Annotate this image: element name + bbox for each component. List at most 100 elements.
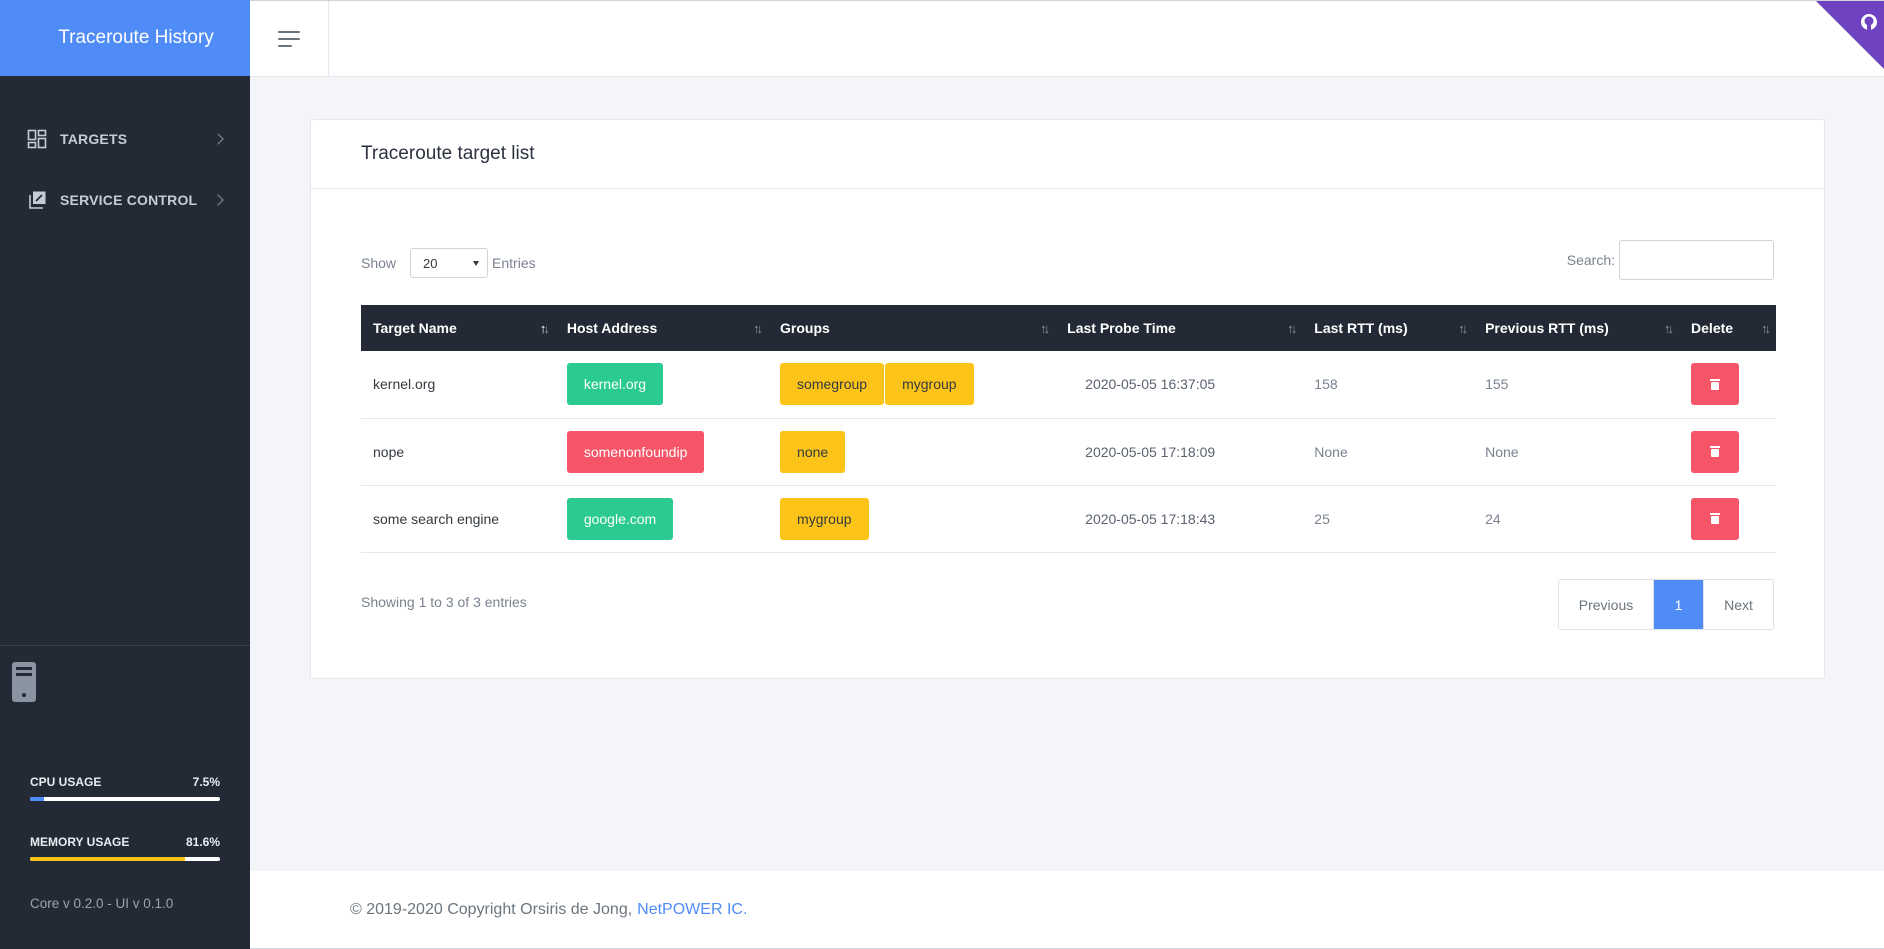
column-header-target-name[interactable]: Target Name ↑↓: [361, 305, 555, 351]
app-title: Traceroute History: [58, 27, 214, 48]
menu-toggle-button[interactable]: [250, 1, 329, 77]
cpu-usage-fill: [30, 797, 45, 801]
cpu-usage: CPU USAGE 7.5%: [30, 775, 220, 801]
cpu-usage-bar: [30, 797, 220, 801]
groups-cell: somegroup mygroup: [768, 351, 1055, 418]
cpu-usage-value: 7.5%: [192, 775, 220, 789]
last-probe-time-cell: 2020-05-05 17:18:09: [1085, 443, 1216, 460]
chevron-right-icon: [212, 193, 224, 206]
sidebar-nav: TARGETS SERVICE CONTROL: [0, 76, 250, 230]
search-input[interactable]: [1619, 240, 1774, 280]
column-header-last-probe-time[interactable]: Last Probe Time ↑↓: [1055, 305, 1302, 351]
sidebar-divider: [0, 645, 250, 646]
copyright-text: © 2019-2020 Copyright Orsiris de Jong,: [350, 900, 633, 918]
column-header-last-rtt[interactable]: Last RTT (ms) ↑↓: [1302, 305, 1473, 351]
entries-select[interactable]: 20: [410, 248, 489, 278]
topbar: [250, 0, 1884, 77]
company-link[interactable]: NetPOWER IC.: [637, 901, 747, 919]
chevron-right-icon: [212, 132, 224, 145]
target-name-cell: kernel.org: [373, 376, 436, 393]
delete-cell: [1679, 418, 1776, 485]
column-header-previous-rtt[interactable]: Previous RTT (ms) ↑↓: [1473, 305, 1679, 351]
footer: © 2019-2020 Copyright Orsiris de Jong, N…: [250, 871, 1884, 949]
group-badge: mygroup: [780, 497, 869, 540]
dashboard-grid-icon: [26, 128, 48, 150]
last-probe-time-cell: 2020-05-05 17:18:43: [1085, 510, 1216, 527]
github-corner-link[interactable]: [1816, 1, 1884, 69]
group-badge: somegroup: [780, 363, 885, 406]
memory-usage-value: 81.6%: [185, 835, 220, 849]
sort-icon: ↑↓: [1287, 321, 1297, 336]
host-address-cell: somenonfoundip: [555, 418, 768, 485]
target-name-cell: nope: [373, 443, 405, 460]
sidebar-item-targets[interactable]: TARGETS: [0, 108, 250, 169]
hamburger-line: [278, 45, 292, 47]
host-address-cell: google.com: [555, 485, 768, 552]
delete-cell: [1679, 485, 1776, 552]
delete-cell: [1679, 351, 1776, 418]
host-badge: kernel.org: [566, 363, 664, 406]
targets-table: Target Name ↑↓ Host Address ↑↓ Groups ↑↓ La…: [361, 305, 1776, 553]
sort-icon: ↑↓: [1761, 321, 1771, 336]
memory-usage-label: MEMORY USAGE: [30, 835, 130, 849]
sort-icon: ↑↓: [1458, 321, 1468, 336]
pagination-next-button[interactable]: Next: [1703, 580, 1773, 629]
previous-rtt-cell: None: [1485, 443, 1519, 460]
delete-button[interactable]: [1691, 430, 1740, 473]
memory-usage-fill: [30, 857, 186, 861]
version-info: Core v 0.2.0 - UI v 0.1.0: [30, 896, 174, 911]
app-brand[interactable]: Traceroute History: [0, 0, 250, 76]
host-badge: somenonfoundip: [566, 430, 705, 473]
sort-icon: ↑↓: [1040, 321, 1050, 336]
caret-down-icon: [473, 260, 480, 266]
column-header-delete[interactable]: Delete ↑↓: [1679, 305, 1776, 351]
pagination-previous-button[interactable]: Previous: [1559, 580, 1654, 629]
host-badge: google.com: [566, 497, 674, 540]
edit-box-icon: [26, 189, 48, 211]
target-list-card: Traceroute target list Show 20 Entries S…: [310, 119, 1825, 679]
hamburger-line: [278, 31, 300, 33]
table-controls: Show 20 Entries Search:: [361, 240, 1774, 280]
sort-asc-icon: ↑↓: [539, 321, 550, 336]
last-rtt-cell: None: [1314, 443, 1348, 460]
github-icon: [1861, 14, 1877, 30]
entries-label: Entries: [492, 255, 536, 271]
previous-rtt-cell: 155: [1485, 376, 1509, 393]
group-badge: mygroup: [885, 363, 974, 406]
memory-usage-bar: [30, 857, 220, 861]
previous-rtt-cell: 24: [1485, 510, 1501, 527]
groups-cell: none: [768, 418, 1055, 485]
delete-button[interactable]: [1691, 363, 1740, 406]
trash-icon: [1710, 378, 1721, 390]
sidebar-item-label: TARGETS: [60, 130, 128, 147]
sort-icon: ↑↓: [753, 321, 763, 336]
pagination-page-button[interactable]: 1: [1654, 580, 1703, 629]
sort-icon: ↑↓: [1664, 321, 1674, 336]
table-row: kernel.org kernel.org somegroup mygroup 2…: [361, 351, 1776, 418]
search-control: Search:: [1567, 240, 1774, 280]
pagination: Previous 1 Next: [1558, 579, 1774, 630]
sidebar: Traceroute History TARGETS SERVICE CONTR…: [0, 0, 250, 949]
table-header-row: Target Name ↑↓ Host Address ↑↓ Groups ↑↓ La…: [361, 305, 1776, 351]
table-row: some search engine google.com mygroup 20…: [361, 485, 1776, 552]
groups-cell: mygroup: [768, 485, 1055, 552]
table-row: nope somenonfoundip none 2020-05-05 17:1…: [361, 418, 1776, 485]
last-rtt-cell: 158: [1314, 376, 1338, 393]
hamburger-line: [278, 38, 300, 40]
column-header-host-address[interactable]: Host Address ↑↓: [555, 305, 768, 351]
card-header: Traceroute target list: [311, 120, 1824, 189]
memory-usage: MEMORY USAGE 81.6%: [30, 835, 220, 861]
column-header-groups[interactable]: Groups ↑↓: [768, 305, 1055, 351]
server-icon: [12, 662, 36, 702]
trash-icon: [1710, 513, 1721, 524]
delete-button[interactable]: [1691, 497, 1740, 540]
card-title: Traceroute target list: [361, 143, 535, 164]
last-rtt-cell: 25: [1314, 510, 1330, 527]
table-info: Showing 1 to 3 of 3 entries: [361, 594, 527, 610]
last-probe-time-cell: 2020-05-05 16:37:05: [1085, 376, 1216, 393]
entries-select-value: 20: [423, 255, 438, 271]
entries-length-control: Show 20 Entries: [361, 248, 536, 278]
trash-icon: [1710, 446, 1721, 457]
sidebar-item-service-control[interactable]: SERVICE CONTROL: [0, 169, 250, 230]
group-badge: none: [780, 430, 846, 473]
